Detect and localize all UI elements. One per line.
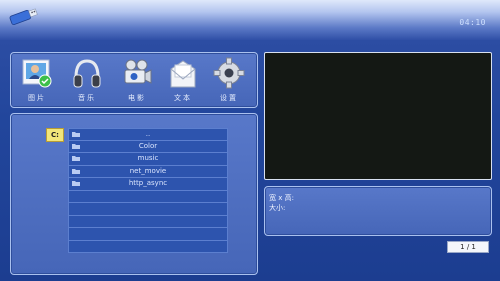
file-name: Color <box>138 141 158 150</box>
menu-label-music: 音乐 <box>78 94 96 102</box>
preview-window <box>264 52 492 180</box>
file-name: music <box>137 154 159 162</box>
headphones-icon <box>73 59 101 88</box>
file-list: .. Color music net_movie http_async <box>68 128 228 253</box>
file-row-music[interactable]: music <box>68 153 228 166</box>
file-row-parent[interactable]: .. <box>68 128 228 141</box>
photo-icon <box>22 59 52 88</box>
menu-item-photo[interactable]: 图片 <box>17 57 57 105</box>
camcorder-icon <box>124 59 152 84</box>
file-name: .. <box>145 130 151 138</box>
clock-readout: 04:10 <box>459 18 486 27</box>
file-row-empty <box>68 240 228 253</box>
menu-label-photo: 图片 <box>28 94 46 102</box>
menu-label-movie: 电影 <box>128 94 146 102</box>
folder-icon <box>72 181 80 186</box>
file-row-net-movie[interactable]: net_movie <box>68 165 228 178</box>
menu-item-movie[interactable]: 电影 <box>117 57 157 105</box>
page-indicator: 1 / 1 <box>447 241 489 253</box>
media-menu-bar: 图片 音乐 电影 文本 设置 <box>10 52 258 108</box>
resolution-label: 宽 x 高: <box>269 194 294 202</box>
menu-label-text: 文本 <box>174 94 192 102</box>
file-row-http-async[interactable]: http_async <box>68 178 228 191</box>
gear-icon <box>213 57 245 89</box>
folder-icon <box>72 168 80 174</box>
file-row-empty <box>68 203 228 216</box>
file-row-empty <box>68 190 228 203</box>
folder-icon <box>72 132 80 137</box>
file-name: net_movie <box>129 166 167 175</box>
document-envelope-icon <box>170 60 196 88</box>
top-bar <box>0 0 500 40</box>
menu-label-settings: 设置 <box>220 94 238 102</box>
file-row-empty <box>68 215 228 228</box>
menu-item-music[interactable]: 音乐 <box>67 57 107 105</box>
drive-selector[interactable]: C: <box>46 128 64 142</box>
menu-item-text[interactable]: 文本 <box>163 57 203 105</box>
folder-icon <box>72 143 80 149</box>
menu-item-settings[interactable]: 设置 <box>209 57 249 105</box>
folder-icon <box>72 156 80 161</box>
file-name: http_async <box>128 179 168 187</box>
size-label: 大小: <box>269 204 286 212</box>
file-row-color[interactable]: Color <box>68 140 228 153</box>
file-info-panel: 宽 x 高: 大小: <box>264 186 492 236</box>
usb-drive-icon <box>9 8 38 25</box>
file-row-empty <box>68 228 228 241</box>
